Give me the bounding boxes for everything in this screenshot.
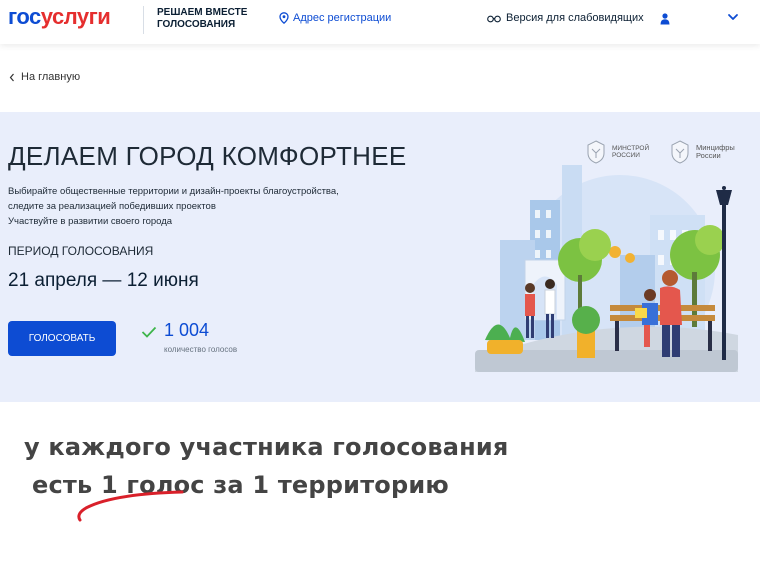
accessibility-link[interactable]: Версия для слабовидящих [487,12,644,24]
red-underline-mark [77,490,184,522]
back-link[interactable]: На главную [9,71,80,83]
accessibility-label: Версия для слабовидящих [506,12,644,24]
ministry1-line1: Минстрой [612,144,650,152]
vote-button[interactable]: Голосовать [8,321,116,356]
project-title[interactable]: Решаем вместе голосования [157,7,247,31]
gosuslugi-logo[interactable]: госуслуги [8,4,111,30]
address-label: Адрес регистрации [293,12,392,24]
checkmark-icon [141,326,157,338]
logo-part2: услуги [40,4,111,29]
glasses-icon [487,15,501,22]
project-title-line2: голосования [157,19,236,30]
votes-count-label: количество голосов [164,345,238,354]
annotation-line1: у каждого участника голосования [24,433,509,461]
user-menu-toggle[interactable] [726,10,740,29]
top-header: госуслуги Решаем вместе голосования Адре… [0,0,760,44]
city-park-illustration [475,165,738,372]
votes-count: 1 004 [164,320,210,340]
address-link[interactable]: Адрес регистрации [279,12,391,24]
header-divider [143,6,144,34]
voting-period-label: Период голосования [8,244,154,258]
logo-part1: гос [8,4,41,29]
voting-period-value: 21 апреля — 12 июня [8,270,199,291]
user-icon [660,13,670,25]
user-menu[interactable] [660,12,670,30]
page-title: Делаем город комфортнее [8,141,407,171]
banner-description: Выбирайте общественные территории и диза… [8,184,388,229]
location-pin-icon [279,12,289,24]
chevron-left-icon [9,73,14,81]
description-line: Выбирайте общественные территории и диза… [8,186,339,197]
ministry1-line2: России [612,152,640,159]
chevron-down-icon [728,14,738,20]
back-link-label: На главную [21,71,81,83]
project-title-line1: Решаем вместе [157,7,248,18]
description-line: Участвуйте в развитии своего города [8,216,173,227]
description-line: следите за реализацией победивших проект… [8,201,216,212]
